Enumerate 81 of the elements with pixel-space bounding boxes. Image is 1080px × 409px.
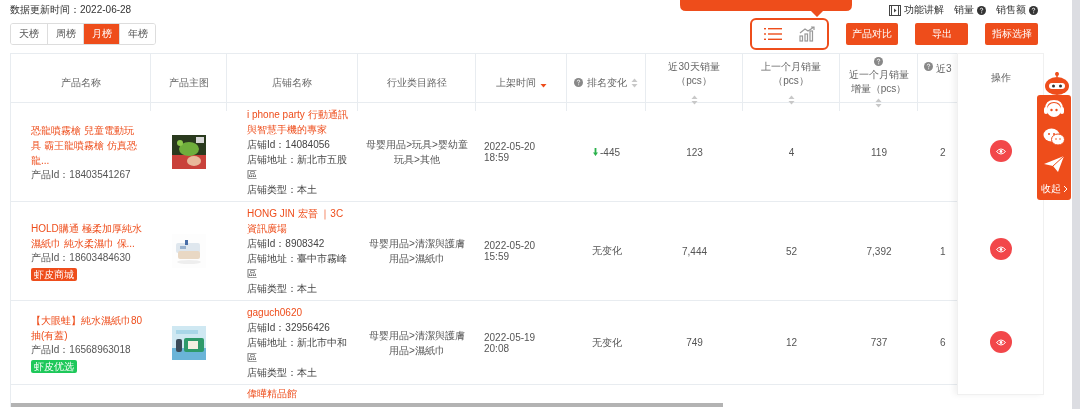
robot-icon[interactable] bbox=[1044, 72, 1070, 96]
shop-name-link[interactable]: 偉曄精品館 bbox=[247, 387, 349, 400]
shop-name-link[interactable]: HONG JIN 宏晉 ｜3C資訊廣場 bbox=[247, 206, 349, 236]
category-path: 母婴用品>清潔與護膚用品>濕紙巾 bbox=[368, 237, 466, 266]
shop-type: 店铺类型：本土 bbox=[247, 183, 318, 197]
column-label: 排名变化 bbox=[587, 75, 627, 90]
table-cell: 2 bbox=[940, 146, 946, 158]
period-tab[interactable]: 月榜 bbox=[83, 24, 119, 44]
sales-value: 52 bbox=[785, 245, 798, 257]
help-icon bbox=[977, 5, 986, 15]
shop-address: 店铺地址：新北市中和區 bbox=[247, 336, 348, 365]
paper-plane-icon[interactable] bbox=[1043, 155, 1065, 173]
product-id: 产品Id：16568963018 bbox=[31, 342, 131, 357]
toolbar-link[interactable]: 销售额 bbox=[996, 3, 1038, 17]
sales-value: 119 bbox=[871, 146, 887, 158]
update-time: 数据更新时间：2022-06-28 bbox=[10, 3, 132, 17]
column-label: 近3 bbox=[936, 62, 952, 76]
column-label: 产品名称 bbox=[60, 75, 101, 90]
listing-time: 2022-05-20 18:59 bbox=[484, 141, 537, 163]
list-view-icon[interactable] bbox=[764, 27, 782, 41]
store-tag: 虾皮商城 bbox=[31, 268, 77, 281]
column-label: 近30天销量（pcs） bbox=[667, 59, 721, 88]
product-id: 产品Id：18603484630 bbox=[31, 251, 131, 265]
shop-name-link[interactable]: gaguch0620 bbox=[247, 305, 349, 320]
product-name-link[interactable]: HOLD購通 極柔加厚純水濕紙巾 純水柔濕巾 保... bbox=[31, 221, 143, 251]
eye-icon bbox=[995, 338, 1006, 346]
sales-value: 737 bbox=[870, 337, 888, 348]
shop-type: 店铺类型：本土 bbox=[247, 366, 318, 380]
rank-change: -445 bbox=[593, 146, 620, 158]
help-icon bbox=[1029, 5, 1038, 15]
shop-id: 店铺Id：14084056 bbox=[247, 138, 331, 152]
store-tag: 虾皮优选 bbox=[31, 359, 77, 373]
category-path: 母婴用品>玩具>婴幼童玩具>其他 bbox=[366, 138, 468, 167]
toolbar-link[interactable]: 销量 bbox=[954, 3, 986, 17]
rank-change: 无变化 bbox=[591, 244, 622, 258]
view-button[interactable] bbox=[989, 140, 1012, 162]
shop-address: 店铺地址：新北市五股區 bbox=[247, 153, 348, 182]
shop-id: 店铺Id：32956426 bbox=[247, 321, 331, 335]
sales-value: 7,444 bbox=[682, 245, 707, 257]
column-label: 上一个月销量（pcs） bbox=[760, 59, 822, 88]
action-button[interactable]: 导出 bbox=[915, 23, 968, 45]
bar-chart-icon[interactable] bbox=[799, 26, 815, 42]
down-arrow-icon bbox=[593, 148, 598, 156]
column-label: 近一个月销量增量（pcs） bbox=[847, 68, 910, 96]
vertical-scrollbar[interactable] bbox=[1072, 0, 1080, 409]
listing-time: 2022-05-20 15:59 bbox=[484, 240, 537, 262]
eye-icon bbox=[995, 147, 1006, 155]
period-tab[interactable]: 年榜 bbox=[119, 24, 155, 44]
shop-address: 店铺地址：臺中市霧峰區 bbox=[247, 252, 348, 281]
sales-value: 12 bbox=[785, 337, 798, 348]
sales-value: 7,392 bbox=[866, 245, 892, 257]
shop-type: 店铺类型：本土 bbox=[247, 282, 318, 296]
collapse-link[interactable]: 收起 bbox=[1040, 182, 1068, 196]
view-button[interactable] bbox=[989, 331, 1012, 353]
shop-id: 店铺Id：8908342 bbox=[247, 237, 326, 251]
table-cell: 1 bbox=[940, 245, 946, 257]
chevron-right-icon bbox=[1062, 185, 1068, 193]
column-label: 操作 bbox=[990, 71, 1011, 85]
rank-change: 无变化 bbox=[591, 335, 622, 350]
category-path: 母婴用品>清潔與護膚用品>濕紙巾 bbox=[368, 328, 466, 358]
shop-name-link[interactable]: i phone party 行動通訊與智慧手機的專家 bbox=[247, 107, 349, 137]
action-button[interactable]: 产品对比 bbox=[846, 23, 898, 45]
product-name-link[interactable]: 恐龍噴霧槍 兒童電動玩具 霸王龍噴霧槍 仿真恐龍... bbox=[31, 122, 143, 168]
view-button[interactable] bbox=[989, 238, 1012, 260]
eye-icon bbox=[995, 245, 1006, 253]
sales-value: 4 bbox=[788, 146, 795, 158]
toolbar-link[interactable]: 功能讲解 bbox=[889, 3, 944, 17]
column-label: 店铺名称 bbox=[272, 75, 312, 90]
sales-value: 749 bbox=[686, 337, 703, 348]
product-id: 产品Id：18403541267 bbox=[31, 167, 131, 182]
sales-value: 123 bbox=[686, 146, 703, 158]
listing-time: 2022-05-19 20:08 bbox=[484, 331, 537, 354]
column-label: 产品主图 bbox=[168, 75, 209, 90]
chat-bubbles-icon[interactable] bbox=[1043, 128, 1065, 146]
headset-icon[interactable] bbox=[1043, 99, 1065, 119]
action-button[interactable]: 指标选择 bbox=[985, 23, 1038, 45]
video-icon bbox=[889, 4, 901, 16]
product-name-link[interactable]: 【大眼蛙】純水濕紙巾80抽(有蓋) bbox=[31, 312, 143, 343]
table-cell: 6 bbox=[940, 337, 946, 348]
column-label: 上架时间 bbox=[495, 75, 536, 90]
column-label: 行业类目路径 bbox=[386, 75, 447, 90]
